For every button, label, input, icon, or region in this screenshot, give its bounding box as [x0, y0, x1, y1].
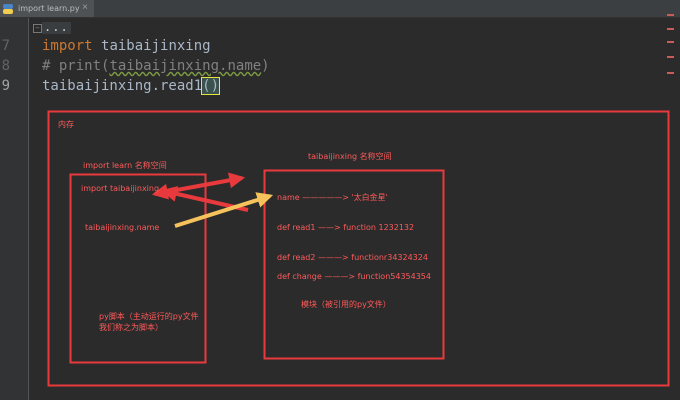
left-note-line2: 我们称之为脚本） — [99, 323, 163, 332]
right-item-change: def change ———> function54354354 — [277, 272, 431, 281]
left-item-name: taibaijinxing.name — [85, 223, 160, 232]
left-item-import: import taibaijinxing — [81, 184, 160, 193]
right-note: 模块（被引用的py文件） — [301, 300, 391, 309]
right-item-name: name —————> '太白金星' — [277, 193, 388, 202]
right-item-read2: def read2 ———> functionr34324324 — [277, 253, 428, 262]
right-namespace-title: taibaijinxing 名称空间 — [308, 152, 392, 161]
left-namespace-title: import learn 名称空间 — [83, 161, 167, 170]
left-namespace-box — [69, 173, 207, 364]
memory-label: 内存 — [58, 120, 74, 129]
ide-window: import learn.py × 7 8 9 − ... import tai… — [0, 0, 680, 400]
right-item-read1: def read1 ——> function 1232132 — [277, 223, 415, 232]
yellow-reference-arrow — [174, 192, 274, 228]
left-note-line1: py脚本（主动运行的py文件 — [99, 312, 199, 321]
